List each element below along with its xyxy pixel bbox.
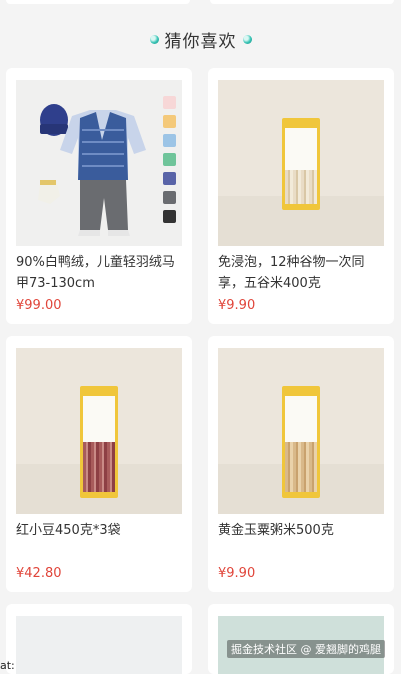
color-swatch [163, 172, 176, 185]
product-image[interactable] [16, 348, 182, 514]
product-image[interactable] [16, 616, 182, 674]
color-swatch [163, 153, 176, 166]
product-title[interactable]: 90%白鸭绒，儿童轻羽绒马甲73-130cm [16, 252, 186, 294]
product-card[interactable] [6, 604, 192, 674]
previous-section-edge [0, 0, 401, 12]
product-card[interactable]: 红小豆450克*3袋 ¥42.80 [6, 336, 192, 592]
section-title: 猜你喜欢 [164, 31, 237, 52]
dot-icon [149, 34, 159, 44]
dot-icon [242, 34, 252, 44]
product-image[interactable] [16, 80, 182, 246]
grain-bag-image [282, 386, 320, 498]
color-swatch [163, 96, 176, 109]
color-swatch [163, 210, 176, 223]
color-swatch [163, 115, 176, 128]
section-header: 猜你喜欢 [0, 24, 401, 54]
color-swatch [163, 191, 176, 204]
product-title[interactable]: 免浸泡，12种谷物一次同享，五谷米400克 [218, 252, 388, 294]
product-image[interactable] [218, 348, 384, 514]
product-card[interactable]: 90%白鸭绒，儿童轻羽绒马甲73-130cm ¥99.00 [6, 68, 192, 324]
product-title[interactable]: 黄金玉粟粥米500克 [218, 520, 388, 541]
product-image[interactable] [218, 80, 384, 246]
watermark: 掘金技术社区 @ 爱翘脚的鸡腿 [227, 640, 385, 658]
grain-bag-image [282, 118, 320, 210]
product-card[interactable]: 黄金玉粟粥米500克 ¥9.90 [208, 336, 394, 592]
grain-bag-image [80, 386, 118, 498]
footer-text: at: [0, 659, 15, 672]
color-swatch [163, 134, 176, 147]
product-card[interactable]: 免浸泡，12种谷物一次同享，五谷米400克 ¥9.90 [208, 68, 394, 324]
product-price: ¥9.90 [218, 298, 256, 313]
clothes-image [38, 104, 146, 236]
product-price: ¥9.90 [218, 566, 256, 581]
product-title[interactable]: 红小豆450克*3袋 [16, 520, 186, 541]
product-price: ¥42.80 [16, 566, 62, 581]
product-card[interactable] [208, 604, 394, 674]
product-price: ¥99.00 [16, 298, 62, 313]
